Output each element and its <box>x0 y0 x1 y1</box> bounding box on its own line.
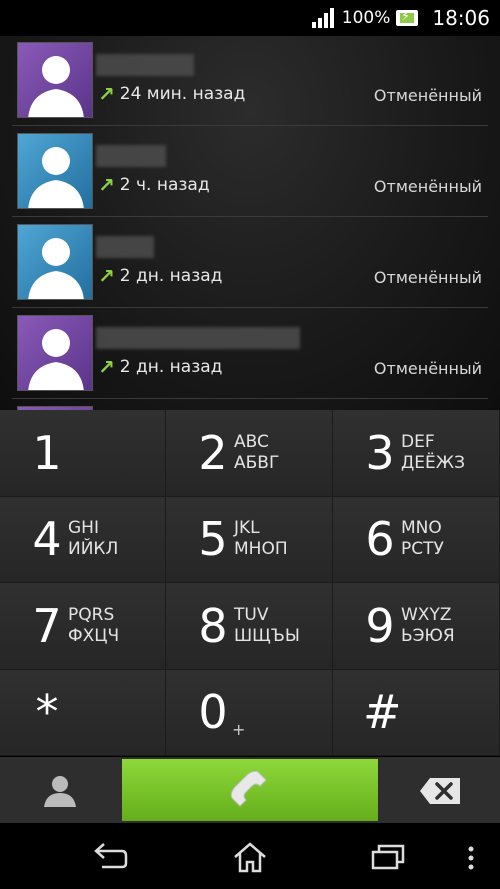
contacts-icon <box>44 775 76 807</box>
dialer-action-bar <box>0 756 500 823</box>
contact-avatar <box>17 133 93 209</box>
dialpad-key-star[interactable]: * <box>0 669 166 756</box>
dialpad-key-7[interactable]: 7 PQRS ФХЦЧ <box>0 583 166 670</box>
call-button[interactable] <box>122 759 378 821</box>
call-time: ↗ 2 ч. назад <box>98 173 210 197</box>
person-silhouette-icon <box>28 56 84 117</box>
clock: 18:06 <box>432 6 490 30</box>
call-log-list[interactable]: ↗ 24 мин. назад Отменённый ↗ 2 ч. назад От… <box>0 36 500 410</box>
dialpad-key-8[interactable]: 8 TUV ШЩЪЫ <box>166 583 333 670</box>
person-silhouette-icon <box>28 329 84 390</box>
contact-name-redacted <box>96 236 154 258</box>
person-silhouette-icon <box>28 147 84 208</box>
dialpad-key-hash[interactable]: # <box>333 669 500 756</box>
outgoing-call-icon: ↗ <box>98 82 115 106</box>
call-status: Отменённый <box>373 86 482 105</box>
battery-charging-icon <box>396 9 419 26</box>
dialpad-key-2[interactable]: 2 ABC АБВГ <box>166 410 333 497</box>
call-time: ↗ 2 дн. назад <box>98 264 223 288</box>
dialpad-key-5[interactable]: 5 JKL МНОП <box>166 496 333 583</box>
back-icon <box>94 843 128 869</box>
dialpad-key-4[interactable]: 4 GHI ИЙКЛ <box>0 496 166 583</box>
dialpad-key-3[interactable]: 3 DEF ДЕЁЖЗ <box>333 410 500 497</box>
contact-name-redacted <box>96 327 300 349</box>
dialpad-key-1[interactable]: 1 <box>0 410 166 497</box>
battery-percent: 100% <box>341 8 391 28</box>
call-time: ↗ 2 дн. назад <box>98 355 223 379</box>
contact-name-redacted <box>96 145 166 167</box>
contact-name-redacted <box>96 54 194 76</box>
nav-overflow-menu-button[interactable] <box>466 845 476 875</box>
system-nav-bar <box>0 823 500 889</box>
nav-home-button[interactable] <box>232 841 268 877</box>
outgoing-call-icon: ↗ <box>98 264 115 288</box>
dialpad-key-9[interactable]: 9 WXYZ ЬЭЮЯ <box>333 583 500 670</box>
call-log-item[interactable] <box>12 400 488 410</box>
dialpad: 1 2 ABC АБВГ 3 DEF ДЕЁЖЗ 4 GHI ИЙКЛ 5 JKL МН… <box>0 410 500 756</box>
recent-apps-icon <box>371 844 405 870</box>
contact-avatar <box>17 315 93 391</box>
call-time: ↗ 24 мин. назад <box>98 82 246 106</box>
call-status: Отменённый <box>373 177 482 196</box>
contact-avatar <box>17 42 93 118</box>
signal-strength-icon <box>311 8 334 28</box>
phone-handset-icon <box>230 770 267 807</box>
status-bar: 100% 18:06 <box>0 0 500 36</box>
nav-recent-apps-button[interactable] <box>370 841 406 875</box>
dialpad-key-0[interactable]: 0 + <box>166 669 333 756</box>
contact-avatar <box>17 224 93 300</box>
call-status: Отменённый <box>373 268 482 287</box>
contacts-button[interactable] <box>0 757 120 824</box>
nav-back-button[interactable] <box>92 841 128 875</box>
call-log-item[interactable]: ↗ 2 ч. назад Отменённый <box>12 127 488 217</box>
home-icon <box>234 842 266 873</box>
person-silhouette-icon <box>28 238 84 299</box>
backspace-icon <box>420 777 460 804</box>
call-log-item[interactable]: ↗ 24 мин. назад Отменённый <box>12 36 488 126</box>
call-status: Отменённый <box>373 359 482 378</box>
outgoing-call-icon: ↗ <box>98 355 115 379</box>
backspace-button[interactable] <box>380 757 500 824</box>
call-log-item[interactable]: ↗ 2 дн. назад Отменённый <box>12 309 488 399</box>
dialpad-key-6[interactable]: 6 MNO РСТУ <box>333 496 500 583</box>
call-log-item[interactable]: ↗ 2 дн. назад Отменённый <box>12 218 488 308</box>
overflow-menu-icon <box>468 846 474 870</box>
outgoing-call-icon: ↗ <box>98 173 115 197</box>
